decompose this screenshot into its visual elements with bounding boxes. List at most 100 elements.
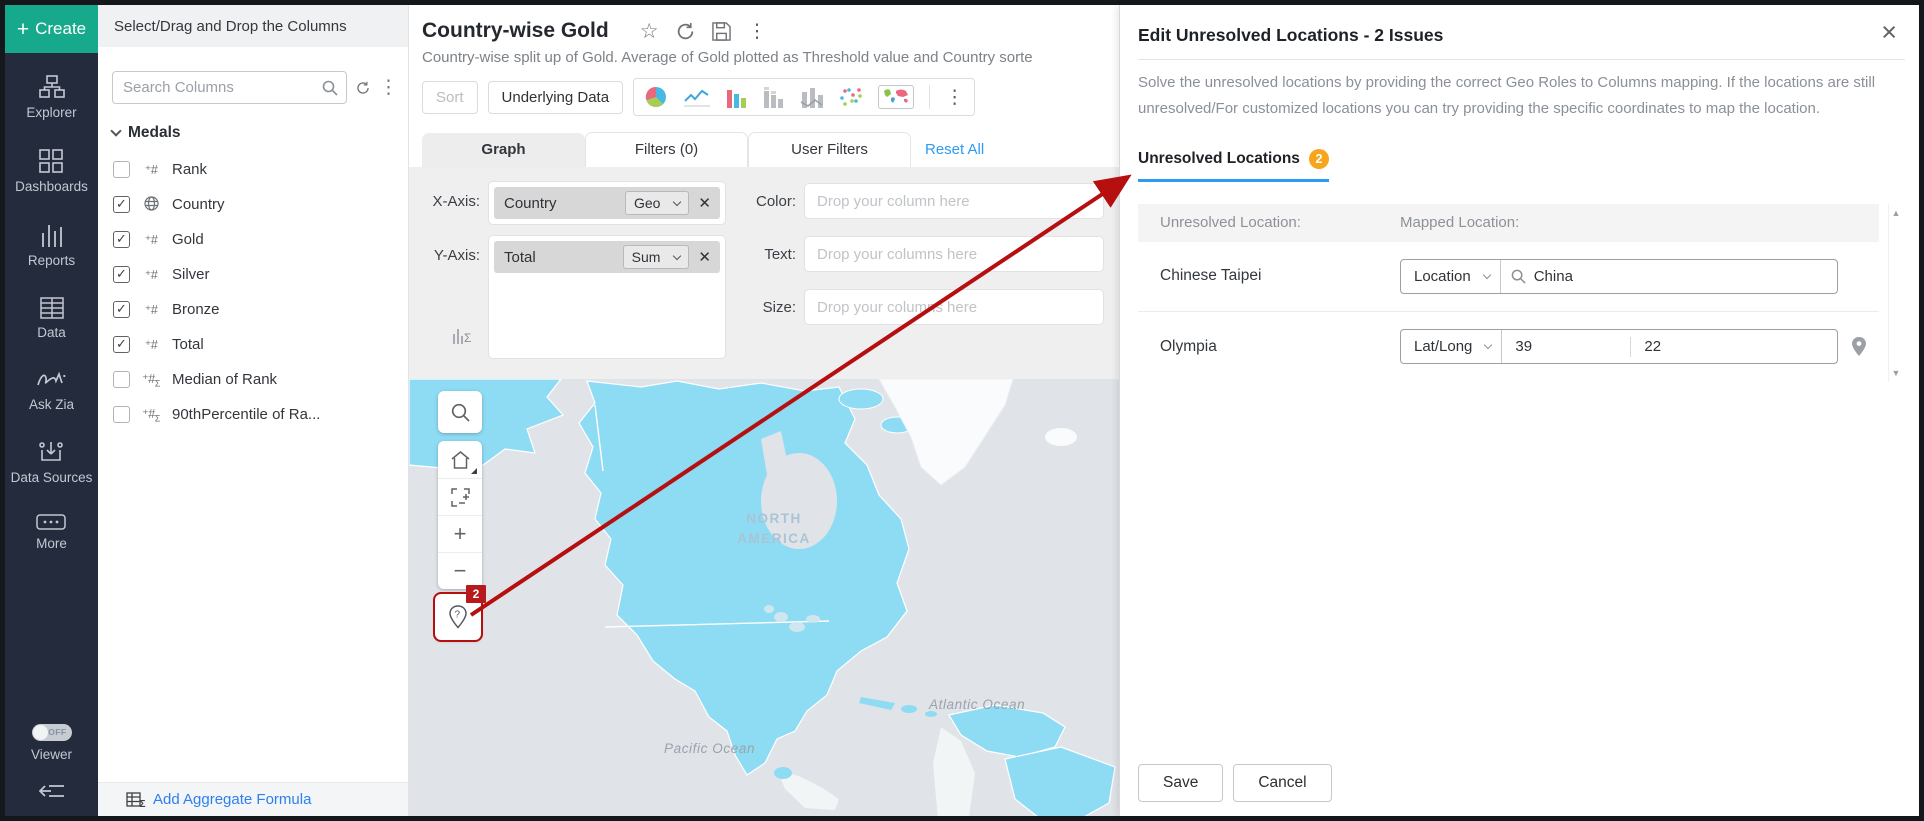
sidebar-item-ask-zia[interactable]: Ask Zia (29, 369, 74, 414)
mapped-location-input[interactable] (1533, 267, 1764, 285)
edit-unresolved-locations-panel: Edit Unresolved Locations - 2 Issues × S… (1119, 5, 1919, 816)
scroll-down-icon[interactable]: ▼ (1892, 368, 1901, 378)
home-icon (451, 450, 469, 469)
y-axis-chip[interactable]: Total Sum ✕ (494, 241, 720, 273)
map-landmass (409, 379, 1116, 816)
column-header-mapped: Mapped Location: (1400, 214, 1520, 231)
field-row-total[interactable]: ✓ ⁺# Total (98, 327, 408, 362)
report-more-menu-icon[interactable]: ⋮ (748, 20, 767, 43)
sidebar-item-more[interactable]: More (36, 514, 67, 553)
longitude-input[interactable] (1631, 338, 1760, 355)
field-row-90th-percentile[interactable]: ✓ ⁺#Σ 90thPercentile of Ra... (98, 397, 408, 432)
line-chart-icon[interactable] (683, 87, 711, 107)
map-chart-icon-selected[interactable] (878, 85, 915, 109)
field-row-bronze[interactable]: ✓ ⁺# Bronze (98, 292, 408, 327)
color-label: Color: (755, 192, 796, 210)
x-axis-label: X-Axis: (432, 193, 480, 210)
close-icon[interactable]: × (1881, 19, 1897, 46)
color-dropzone[interactable]: Drop your column here (804, 183, 1104, 219)
data-sources-icon (39, 442, 64, 462)
checkbox[interactable]: ✓ (113, 266, 130, 283)
field-row-rank[interactable]: ✓ ⁺# Rank (98, 152, 408, 187)
chevron-down-icon (1484, 340, 1493, 350)
report-main: Country-wise Gold ☆ ⋮ Country-wise split… (409, 5, 1119, 816)
scatter-chart-icon[interactable] (839, 86, 863, 108)
x-axis-chip[interactable]: Country Geo ✕ (494, 187, 720, 219)
refresh-report-icon[interactable] (676, 22, 695, 41)
geo-mode-dropdown[interactable]: Location (1401, 260, 1500, 293)
map-zoom-in-button[interactable]: + (438, 515, 482, 552)
geo-mode-dropdown[interactable]: Lat/Long (1401, 330, 1501, 363)
sidebar-item-viewer: OFF Viewer (31, 724, 72, 764)
text-dropzone[interactable]: Drop your columns here (804, 236, 1104, 272)
field-row-country[interactable]: ✓ Country (98, 187, 408, 222)
search-icon (1511, 269, 1526, 284)
pie-chart-icon[interactable] (644, 85, 668, 109)
map-canvas[interactable]: NORTH AMERICA Atlantic Ocean Pacific Oce… (409, 379, 1119, 816)
remove-y-field-icon[interactable]: ✕ (695, 248, 714, 266)
map-search-button[interactable] (438, 391, 482, 433)
sidebar-item-label: Data (37, 324, 66, 340)
sidebar-item-data[interactable]: Data (37, 296, 66, 342)
save-icon[interactable] (711, 21, 731, 41)
tab-filters[interactable]: Filters (0) (585, 132, 748, 167)
size-dropzone[interactable]: Drop your columns here (804, 289, 1104, 325)
checkbox[interactable]: ✓ (113, 406, 130, 423)
create-button[interactable]: + Create (5, 5, 98, 53)
search-columns-box (112, 71, 347, 104)
tab-user-filters[interactable]: User Filters (748, 132, 911, 167)
field-row-gold[interactable]: ✓ ⁺# Gold (98, 222, 408, 257)
search-columns-input[interactable] (123, 79, 322, 96)
refresh-columns-icon[interactable] (356, 79, 370, 97)
sum-aggregate-dropdown[interactable]: Sum (622, 245, 690, 269)
region-label: NORTH AMERICA (737, 511, 811, 547)
medals-group-toggle[interactable]: Medals (98, 104, 408, 146)
pick-on-map-pin-icon[interactable] (1851, 336, 1867, 357)
unresolved-locations-button[interactable]: ? 2 (433, 585, 486, 642)
geo-role-dropdown[interactable]: Geo (624, 191, 690, 215)
checkbox[interactable]: ✓ (113, 161, 130, 178)
tab-graph[interactable]: Graph (422, 133, 585, 167)
underlying-data-button[interactable]: Underlying Data (487, 80, 624, 114)
sidebar-item-reports[interactable]: Reports (28, 223, 75, 270)
columns-panel-header: Select/Drag and Drop the Columns (98, 5, 408, 47)
sidebar-item-data-sources[interactable]: Data Sources (11, 440, 92, 487)
sidebar-item-explorer[interactable]: Explorer (26, 75, 77, 122)
add-aggregate-formula-button[interactable]: Σ Add Aggregate Formula (98, 782, 408, 816)
favorite-star-icon[interactable]: ☆ (640, 21, 659, 42)
sidebar-item-dashboards[interactable]: Dashboards (15, 149, 88, 196)
chart-types-more-icon[interactable]: ⋮ (945, 86, 964, 109)
map-home-button[interactable] (438, 441, 482, 478)
checkbox[interactable]: ✓ (113, 336, 130, 353)
checkbox[interactable]: ✓ (113, 371, 130, 388)
search-icon (322, 80, 338, 96)
columns-more-menu-icon[interactable]: ⋮ (379, 76, 398, 99)
checkbox[interactable]: ✓ (113, 301, 130, 318)
scroll-up-icon[interactable]: ▲ (1892, 208, 1901, 218)
stacked-bar-chart-icon[interactable] (763, 86, 785, 108)
svg-text:Σ: Σ (140, 799, 146, 808)
map-zoom-extent-button[interactable] (438, 478, 482, 515)
numeric-type-icon: ⁺# (144, 303, 158, 317)
map-zoom-out-button[interactable]: − (438, 552, 482, 589)
x-axis-dropzone[interactable]: Country Geo ✕ (488, 181, 726, 225)
cancel-button[interactable]: Cancel (1233, 764, 1332, 802)
tab-unresolved-locations[interactable]: Unresolved Locations 2 (1138, 148, 1329, 182)
save-button[interactable]: Save (1138, 764, 1224, 802)
sort-button[interactable]: Sort (422, 80, 478, 114)
remove-x-field-icon[interactable]: ✕ (695, 194, 714, 212)
checkbox[interactable]: ✓ (113, 231, 130, 248)
collapse-sidebar-button[interactable] (38, 782, 65, 800)
text-label: Text: (764, 245, 796, 263)
combo-chart-icon[interactable] (800, 86, 824, 108)
reset-all-link[interactable]: Reset All (925, 141, 984, 158)
field-row-median-of-rank[interactable]: ✓ ⁺#Σ Median of Rank (98, 362, 408, 397)
latitude-input[interactable] (1502, 338, 1631, 355)
y-axis-dropzone[interactable]: Total Sum ✕ (488, 235, 726, 359)
bar-chart-icon[interactable] (726, 86, 748, 108)
checkbox[interactable]: ✓ (113, 196, 130, 213)
viewer-toggle[interactable]: OFF (31, 724, 72, 742)
report-tabs: Graph Filters (0) User Filters Reset All (409, 116, 1119, 167)
chevron-down-icon (673, 251, 682, 261)
field-row-silver[interactable]: ✓ ⁺# Silver (98, 257, 408, 292)
